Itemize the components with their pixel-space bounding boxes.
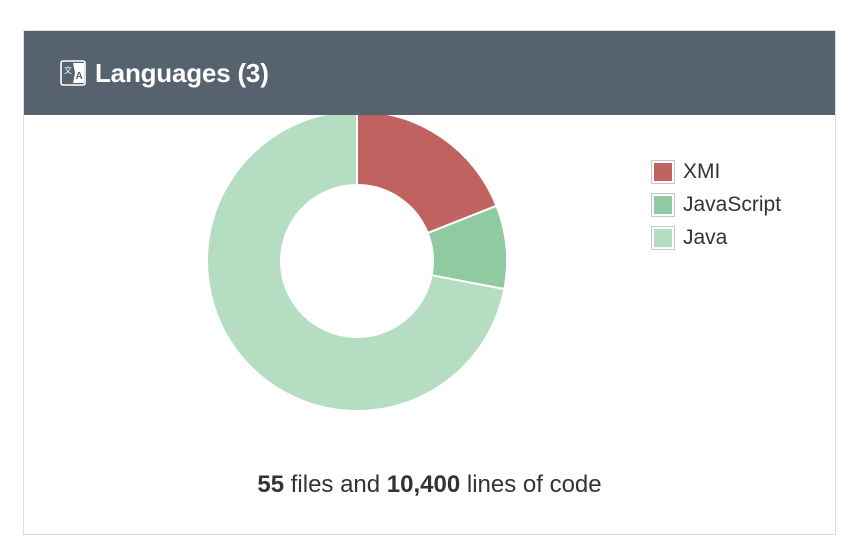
svg-text:A: A [76,71,83,82]
swatch-color-java [654,228,672,247]
chart-area: XMI JavaScript Java 55 files and 10,400 … [24,115,835,535]
panel-title: Languages (3) [95,57,269,88]
lines-text: lines of code [460,471,602,498]
legend-item-java[interactable]: Java [651,221,781,254]
files-text: files and [284,471,387,498]
legend-swatch [651,159,675,184]
languages-panel: 文 A Languages (3) XMI JavaScript Java 55… [23,30,836,535]
legend-item-javascript[interactable]: JavaScript [651,188,781,221]
legend-swatch [651,225,675,250]
panel-header: 文 A Languages (3) [24,31,835,115]
swatch-color-javascript [654,195,672,214]
chart-legend: XMI JavaScript Java [651,155,781,254]
svg-text:文: 文 [64,65,72,75]
legend-item-xmi[interactable]: XMI [651,155,781,188]
code-summary: 55 files and 10,400 lines of code [24,471,835,499]
lines-count: 10,400 [386,471,461,498]
legend-label: Java [683,225,728,249]
legend-swatch [651,192,675,217]
files-count: 55 [257,471,285,498]
translate-icon: 文 A [60,60,86,86]
legend-label: JavaScript [683,192,782,216]
legend-label: XMI [683,159,721,183]
swatch-color-xmi [654,162,672,181]
